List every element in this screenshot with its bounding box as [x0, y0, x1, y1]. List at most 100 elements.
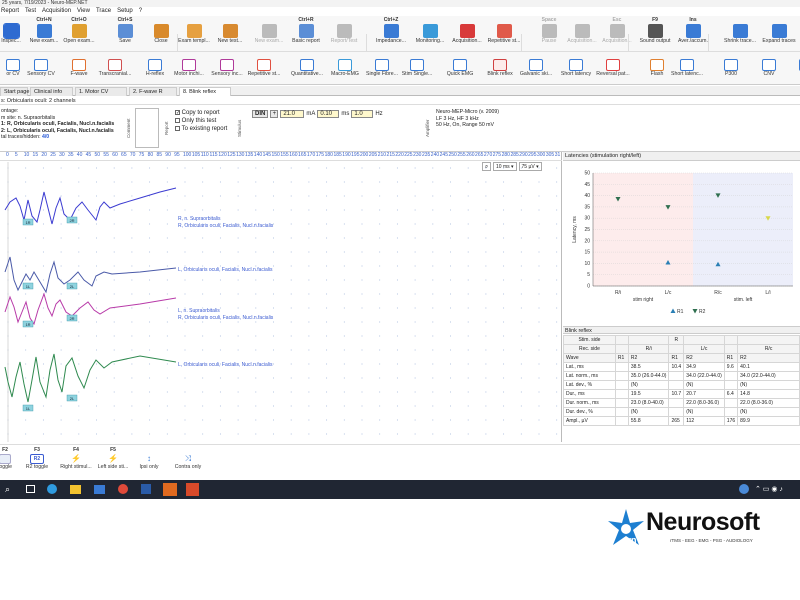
test-button-2[interactable]: F-wave: [60, 59, 98, 78]
test-button-19[interactable]: P300: [712, 59, 750, 78]
test-button-20[interactable]: CNV: [750, 59, 788, 78]
table-cell[interactable]: 10.7: [668, 389, 685, 399]
opt-only-this-test[interactable]: Only this test: [175, 117, 235, 125]
toolbar-button-13[interactable]: Repetitive st...: [485, 17, 523, 45]
opt-copy-to-report[interactable]: ✓ Copy to report: [175, 109, 235, 117]
table-cell[interactable]: [723, 371, 739, 381]
table-cell[interactable]: [614, 389, 629, 399]
table-cell[interactable]: 22.0 (8.0-36.0): [683, 398, 725, 408]
table-cell[interactable]: 6.4: [723, 389, 739, 399]
table-cell[interactable]: 176: [723, 416, 739, 426]
test-button-14[interactable]: Galvanic ski...: [517, 59, 555, 78]
table-cell[interactable]: 34.9: [683, 362, 725, 372]
table-cell[interactable]: 22.0 (8.0-36.0): [737, 398, 800, 408]
toolbar-button-20[interactable]: Expand traces: [760, 17, 798, 45]
table-cell[interactable]: [723, 398, 739, 408]
tab-clinical-info[interactable]: Clinical info: [30, 87, 73, 96]
test-button-16[interactable]: Reversal pat...: [594, 59, 632, 78]
table-cell[interactable]: 34.0 (22.0-44.0): [683, 371, 725, 381]
explorer-icon[interactable]: [70, 485, 81, 494]
neuro-mep-icon[interactable]: [163, 483, 177, 496]
table-cell[interactable]: [614, 380, 629, 390]
neuro-mep-2-icon[interactable]: [186, 483, 199, 496]
table-cell[interactable]: [614, 371, 629, 381]
task-view-icon[interactable]: [26, 485, 35, 493]
table-cell[interactable]: (N): [627, 407, 670, 417]
table-cell[interactable]: 20.7: [683, 389, 725, 399]
tab-f-wave[interactable]: 2. F-wave R: [129, 87, 177, 96]
checkbox-copy[interactable]: ✓: [175, 109, 180, 115]
chrome-icon[interactable]: [118, 484, 128, 494]
table-cell[interactable]: (N): [737, 407, 800, 417]
search-icon[interactable]: ⌕: [5, 484, 10, 495]
test-button-11[interactable]: Stim Single...: [398, 59, 436, 78]
menu-acquisition[interactable]: Acquisition: [42, 7, 71, 16]
toolbar-button-8[interactable]: Ctrl+R Basic report: [287, 17, 325, 45]
table-cell[interactable]: (N): [627, 380, 670, 390]
fkey-left-stim[interactable]: F5 ⚡ Left side sti...: [96, 447, 130, 471]
toolbar-button-2[interactable]: Ctrl+O Open exam...: [60, 17, 98, 45]
table-cell[interactable]: 23.0 (8.0-40.0): [627, 398, 670, 408]
toolbar-button-10[interactable]: Ctrl+Z Impedance...: [372, 17, 410, 45]
table-cell[interactable]: [668, 398, 685, 408]
toolbar-button-3[interactable]: Ctrl+S Save: [106, 17, 144, 45]
tab-motor-cv[interactable]: 1. Motor CV: [75, 87, 127, 96]
test-button-13[interactable]: Blink reflex: [481, 59, 519, 78]
toolbar-button-15[interactable]: Acquisition...: [563, 17, 601, 45]
tray-icons[interactable]: ⌃ ▭ ◉ ♪: [755, 485, 783, 493]
table-cell[interactable]: 19.5: [627, 389, 670, 399]
checkbox-only-this[interactable]: [175, 117, 180, 123]
store-icon[interactable]: [94, 485, 105, 494]
table-cell[interactable]: 38.5: [627, 362, 670, 372]
toolbar-button-1[interactable]: Ctrl+N New exam...: [25, 17, 63, 45]
toolbar-button-5[interactable]: Exam templ...: [175, 17, 213, 45]
stim-mode[interactable]: DIN: [252, 110, 269, 118]
menu-trace[interactable]: Trace: [96, 7, 111, 16]
fkey-r2-toggle[interactable]: F3 R2 R2 toggle: [22, 447, 52, 471]
table-cell[interactable]: 265: [668, 416, 685, 426]
test-button-21[interactable]: MM: [787, 59, 800, 78]
menu-setup[interactable]: Setup: [117, 7, 133, 16]
table-cell[interactable]: 55.8: [627, 416, 670, 426]
stim-current-field[interactable]: 21.0: [280, 110, 305, 118]
app-icon[interactable]: [141, 484, 151, 494]
table-cell[interactable]: [614, 362, 629, 372]
table-cell[interactable]: [668, 407, 685, 417]
table-cell[interactable]: [614, 416, 629, 426]
table-cell[interactable]: [723, 380, 739, 390]
test-button-10[interactable]: Single Fibre...: [363, 59, 401, 78]
test-button-7[interactable]: Repetitive st...: [245, 59, 283, 78]
help-icon[interactable]: [739, 484, 749, 494]
test-button-18[interactable]: Short latenc...: [668, 59, 706, 78]
stim-duration-field[interactable]: 0.10: [317, 110, 340, 118]
table-cell[interactable]: [723, 407, 739, 417]
table-cell[interactable]: 112: [683, 416, 725, 426]
test-button-1[interactable]: Sensory CV: [22, 59, 60, 78]
menu-test[interactable]: Test: [25, 7, 36, 16]
table-cell[interactable]: [614, 407, 629, 417]
toolbar-button-21[interactable]: S: [795, 17, 800, 45]
fkey-right-stim[interactable]: F4 ⚡ Right stimul...: [58, 447, 94, 471]
test-button-3[interactable]: Transcranial...: [96, 59, 134, 78]
table-cell[interactable]: 40.1: [737, 362, 800, 372]
menu-view[interactable]: View: [77, 7, 90, 16]
checkbox-existing[interactable]: [175, 125, 180, 131]
table-cell[interactable]: 9.6: [723, 362, 739, 372]
table-cell[interactable]: [668, 371, 685, 381]
table-cell[interactable]: (N): [737, 380, 800, 390]
test-button-4[interactable]: H-reflex: [136, 59, 174, 78]
table-cell[interactable]: 10.4: [668, 362, 685, 372]
toolbar-button-16[interactable]: Esc Acquisition...: [598, 17, 636, 45]
toolbar-button-6[interactable]: New test...: [211, 17, 249, 45]
contra-only-button[interactable]: ⤨ Contra only: [172, 447, 204, 471]
comment-box[interactable]: [135, 108, 159, 148]
opt-to-existing[interactable]: To existing report: [175, 125, 235, 133]
ipsi-only-button[interactable]: ↕ Ipsi only: [138, 447, 160, 471]
toolbar-button-7[interactable]: New exam...: [250, 17, 288, 45]
table-cell[interactable]: 35.0 (26.0-44.0): [627, 371, 670, 381]
toolbar-button-17[interactable]: F9 Sound output: [636, 17, 674, 45]
table-cell[interactable]: 14.8: [737, 389, 800, 399]
waveform-area[interactable]: 0 5 10 15 20 25 30 35 40 45 50 55 60 65 70 75 80 85 90 95 10…: [0, 152, 562, 442]
table-cell[interactable]: 34.0 (22.0-44.0): [737, 371, 800, 381]
menu-report[interactable]: Report: [1, 7, 19, 16]
